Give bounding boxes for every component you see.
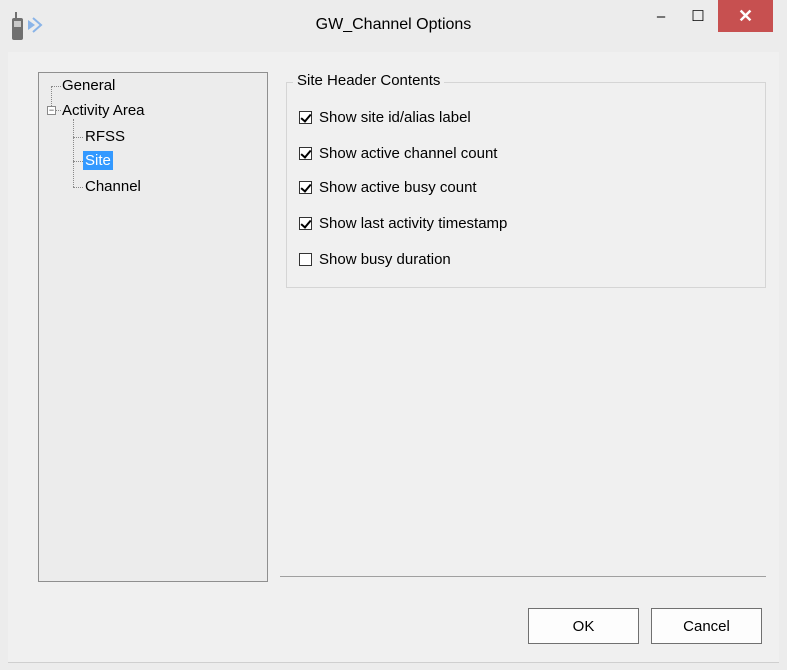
checkbox-active-channel-count[interactable]: [299, 146, 312, 160]
option-busy-duration[interactable]: Show busy duration: [299, 249, 451, 269]
collapse-toggle-icon[interactable]: −: [47, 106, 56, 115]
title-bar[interactable]: GW_Channel Options – ☐ ✕: [0, 0, 787, 52]
options-tree[interactable]: − General Activity Area RFSS Site Channe…: [38, 72, 268, 582]
close-button[interactable]: ✕: [718, 0, 773, 32]
minimize-icon: –: [656, 7, 666, 25]
option-label: Show site id/alias label: [319, 108, 471, 126]
option-active-busy-count[interactable]: Show active busy count: [299, 177, 477, 197]
tree-item-general[interactable]: General: [62, 77, 115, 94]
checkbox-busy-duration[interactable]: [299, 252, 312, 266]
checkbox-active-busy-count[interactable]: [299, 180, 312, 194]
tree-connector: [73, 161, 83, 162]
tree-connector: [73, 137, 83, 138]
tree-item-site[interactable]: Site: [83, 151, 113, 170]
tree-connector: [73, 119, 74, 187]
site-header-group-title: Site Header Contents: [293, 72, 445, 89]
option-label: Show active channel count: [319, 144, 498, 162]
options-window: GW_Channel Options – ☐ ✕ − General Activ…: [0, 0, 787, 670]
maximize-icon: ☐: [691, 8, 705, 25]
tree-connector: [51, 86, 61, 87]
site-header-group: Show site id/alias label Show active cha…: [286, 82, 766, 288]
checkbox-last-activity-timestamp[interactable]: [299, 216, 312, 230]
tree-item-channel[interactable]: Channel: [85, 178, 141, 195]
option-label: Show active busy count: [319, 178, 477, 196]
tree-connector: [56, 110, 61, 111]
close-icon: ✕: [737, 5, 754, 26]
cancel-button[interactable]: Cancel: [651, 608, 762, 644]
tree-connector: [73, 187, 83, 188]
option-label: Show busy duration: [319, 250, 451, 268]
dialog-body: − General Activity Area RFSS Site Channe…: [8, 52, 779, 663]
option-label: Show last activity timestamp: [319, 214, 508, 232]
option-site-id-alias-label[interactable]: Show site id/alias label: [299, 107, 471, 127]
option-active-channel-count[interactable]: Show active channel count: [299, 143, 497, 163]
option-last-activity-timestamp[interactable]: Show last activity timestamp: [299, 213, 507, 233]
maximize-button[interactable]: ☐: [681, 0, 715, 32]
ok-button[interactable]: OK: [528, 608, 639, 644]
checkbox-site-id-alias-label[interactable]: [299, 110, 312, 124]
separator: [280, 576, 766, 577]
minimize-button[interactable]: –: [643, 0, 679, 32]
tree-item-rfss[interactable]: RFSS: [85, 128, 125, 145]
tree-item-activity-area[interactable]: Activity Area: [62, 102, 145, 119]
